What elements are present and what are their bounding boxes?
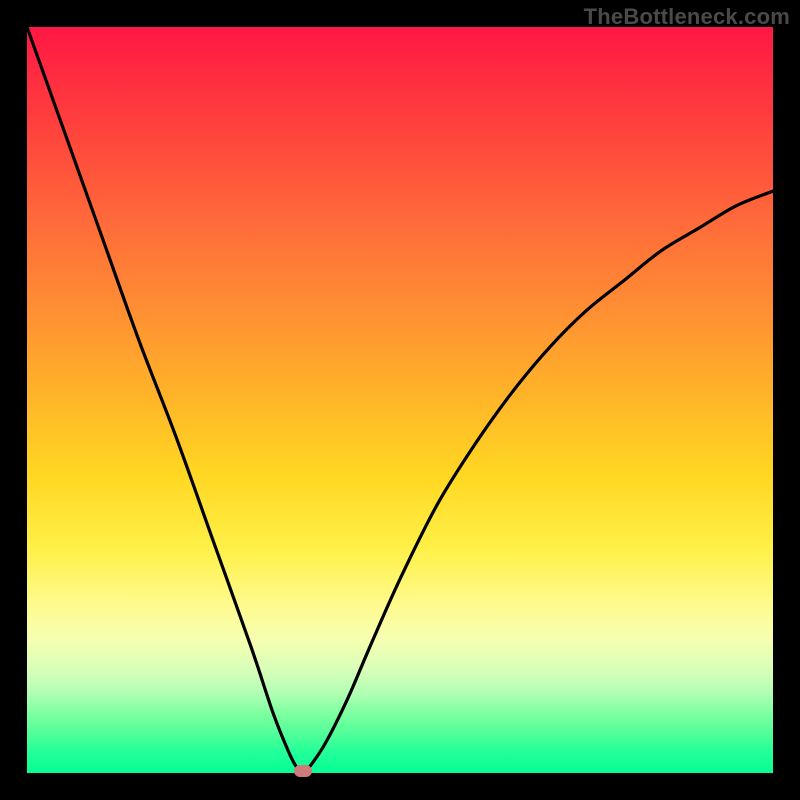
optimal-marker bbox=[294, 765, 312, 777]
chart-frame: TheBottleneck.com bbox=[0, 0, 800, 800]
watermark-text: TheBottleneck.com bbox=[584, 4, 790, 30]
plot-area bbox=[27, 27, 773, 773]
bottleneck-curve bbox=[27, 27, 773, 773]
